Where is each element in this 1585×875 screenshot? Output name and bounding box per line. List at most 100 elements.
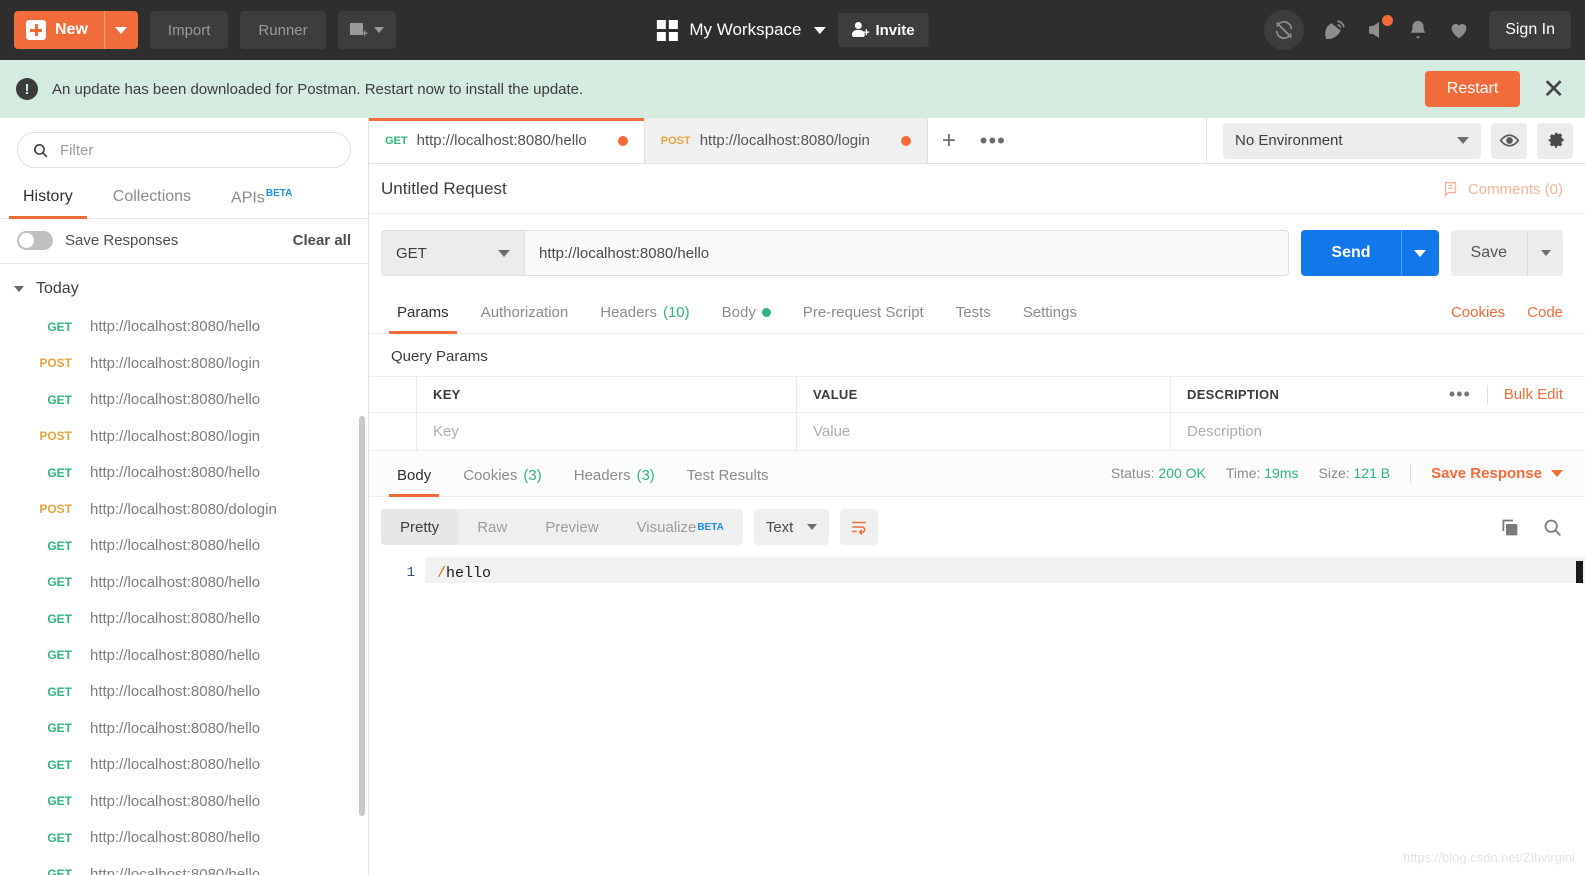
url-input[interactable] <box>524 230 1290 276</box>
tab-body[interactable]: Body <box>706 304 787 333</box>
history-item[interactable]: GET http://localhost:8080/hello <box>0 308 368 345</box>
environment-quick-look-button[interactable] <box>1491 122 1527 159</box>
beta-badge: BETA <box>265 188 293 199</box>
table-row[interactable]: Key Value Description <box>369 413 1585 451</box>
import-button[interactable]: Import <box>149 11 229 49</box>
response-tab-test-results[interactable]: Test Results <box>671 467 785 496</box>
view-mode-pretty[interactable]: Pretty <box>381 509 459 545</box>
sync-disabled-icon[interactable] <box>1264 10 1305 50</box>
chevron-down-icon <box>1414 249 1427 257</box>
response-tab-headers[interactable]: Headers (3) <box>558 467 671 496</box>
history-list: Today GET http://localhost:8080/hello POST… <box>0 264 368 875</box>
view-mode-preview[interactable]: Preview <box>526 509 617 545</box>
history-item-method: GET <box>47 757 72 772</box>
sidebar-tab-apis[interactable]: APIsBETA <box>211 179 312 218</box>
send-options-button[interactable] <box>1400 230 1439 276</box>
request-tab-1-method: GET <box>385 134 408 147</box>
environment-settings-button[interactable] <box>1537 122 1573 159</box>
history-item[interactable]: GET http://localhost:8080/hello <box>0 819 368 856</box>
history-item[interactable]: GET http://localhost:8080/hello <box>0 454 368 491</box>
history-item[interactable]: GET http://localhost:8080/hello <box>0 673 368 710</box>
invite-button[interactable]: + Invite <box>837 13 929 47</box>
param-description-input[interactable]: Description <box>1171 413 1585 450</box>
save-options-button[interactable] <box>1527 230 1563 276</box>
response-body-content[interactable]: /hello <box>425 557 1585 875</box>
tab-options-button[interactable]: ••• <box>969 118 1016 163</box>
filter-container <box>0 118 368 179</box>
tab-prerequest-script[interactable]: Pre-request Script <box>787 304 940 333</box>
history-item[interactable]: GET http://localhost:8080/hello <box>0 710 368 747</box>
comments-button[interactable]: Comments (0) <box>1442 180 1563 198</box>
new-button-main[interactable]: New <box>14 11 104 49</box>
sidebar-tab-history-label: History <box>23 188 73 205</box>
request-tab-1-url: http://localhost:8080/hello <box>416 132 587 149</box>
method-select[interactable]: GET <box>381 230 524 276</box>
cookies-link[interactable]: Cookies <box>1451 304 1505 321</box>
history-item[interactable]: GET http://localhost:8080/hello <box>0 564 368 601</box>
history-item-url: http://localhost:8080/dologin <box>90 500 277 518</box>
copy-icon[interactable] <box>1499 517 1520 538</box>
sign-in-button[interactable]: Sign In <box>1489 11 1571 49</box>
history-item[interactable]: POST http://localhost:8080/login <box>0 418 368 455</box>
response-tab-cookies[interactable]: Cookies (3) <box>447 467 558 496</box>
history-item[interactable]: GET http://localhost:8080/hello <box>0 637 368 674</box>
workspace-selector[interactable]: My Workspace + Invite <box>656 13 929 47</box>
history-item-url: http://localhost:8080/hello <box>90 865 261 875</box>
new-button-dropdown[interactable] <box>103 11 138 49</box>
new-tab-button[interactable]: + <box>927 118 970 163</box>
tab-params[interactable]: Params <box>381 304 465 334</box>
code-link[interactable]: Code <box>1527 304 1563 321</box>
response-scrollbar[interactable] <box>1576 561 1583 583</box>
satellite-dish-icon[interactable] <box>1322 18 1347 43</box>
request-tab-1[interactable]: GET http://localhost:8080/hello <box>369 118 645 163</box>
response-tab-body[interactable]: Body <box>381 467 447 497</box>
sidebar-tab-collections[interactable]: Collections <box>93 179 211 218</box>
history-item[interactable]: POST http://localhost:8080/dologin <box>0 491 368 528</box>
param-key-input[interactable]: Key <box>417 413 797 450</box>
table-options-button[interactable]: ••• <box>1449 384 1471 405</box>
tab-tests[interactable]: Tests <box>940 304 1007 333</box>
filter-box[interactable] <box>17 132 351 168</box>
response-body-viewer[interactable]: 1 /hello https://blog.csdn.net/Zlhvirgin… <box>369 557 1585 875</box>
close-icon[interactable]: ✕ <box>1542 75 1571 103</box>
divider <box>1410 463 1412 483</box>
tab-settings[interactable]: Settings <box>1007 304 1093 333</box>
view-mode-visualize[interactable]: Visualize BETA <box>618 509 743 545</box>
response-format-select[interactable]: Text <box>753 509 830 545</box>
save-button[interactable]: Save <box>1450 230 1527 276</box>
history-item[interactable]: GET http://localhost:8080/hello <box>0 746 368 783</box>
save-responses-toggle[interactable] <box>17 231 53 251</box>
response-section-tabs: Body Cookies (3) Headers (3) Test Result… <box>369 451 1585 497</box>
search-icon[interactable] <box>1542 517 1563 538</box>
history-item[interactable]: GET http://localhost:8080/hello <box>0 856 368 875</box>
history-item[interactable]: GET http://localhost:8080/hello <box>0 783 368 820</box>
row-checkbox-cell[interactable] <box>369 413 417 450</box>
response-body-slash: / <box>437 565 447 582</box>
view-mode-raw[interactable]: Raw <box>458 509 526 545</box>
clear-all-button[interactable]: Clear all <box>293 232 351 249</box>
search-input[interactable] <box>60 141 336 159</box>
runner-button[interactable]: Runner <box>240 11 326 49</box>
bulk-edit-button[interactable]: Bulk Edit <box>1504 386 1563 403</box>
save-response-button[interactable]: Save Response <box>1431 465 1563 482</box>
history-item[interactable]: GET http://localhost:8080/hello <box>0 600 368 637</box>
history-item[interactable]: GET http://localhost:8080/hello <box>0 381 368 418</box>
send-button[interactable]: Send <box>1301 230 1401 276</box>
megaphone-icon[interactable] <box>1365 15 1394 42</box>
history-group-today[interactable]: Today <box>0 276 368 308</box>
sidebar-tab-history[interactable]: History <box>3 179 93 220</box>
sidebar-scrollbar[interactable] <box>359 416 365 817</box>
new-button[interactable]: New <box>14 11 138 49</box>
request-tab-2[interactable]: POST http://localhost:8080/login <box>644 118 928 163</box>
restart-button[interactable]: Restart <box>1424 71 1521 107</box>
history-item[interactable]: POST http://localhost:8080/login <box>0 345 368 382</box>
word-wrap-button[interactable] <box>840 509 879 545</box>
tab-authorization[interactable]: Authorization <box>465 304 585 333</box>
bell-icon[interactable] <box>1407 18 1429 42</box>
environment-select[interactable]: No Environment <box>1223 122 1481 159</box>
param-value-input[interactable]: Value <box>797 413 1171 450</box>
history-item[interactable]: GET http://localhost:8080/hello <box>0 527 368 564</box>
heart-icon[interactable] <box>1447 19 1471 41</box>
new-window-button[interactable]: + <box>337 11 396 49</box>
tab-headers[interactable]: Headers (10) <box>584 304 705 333</box>
